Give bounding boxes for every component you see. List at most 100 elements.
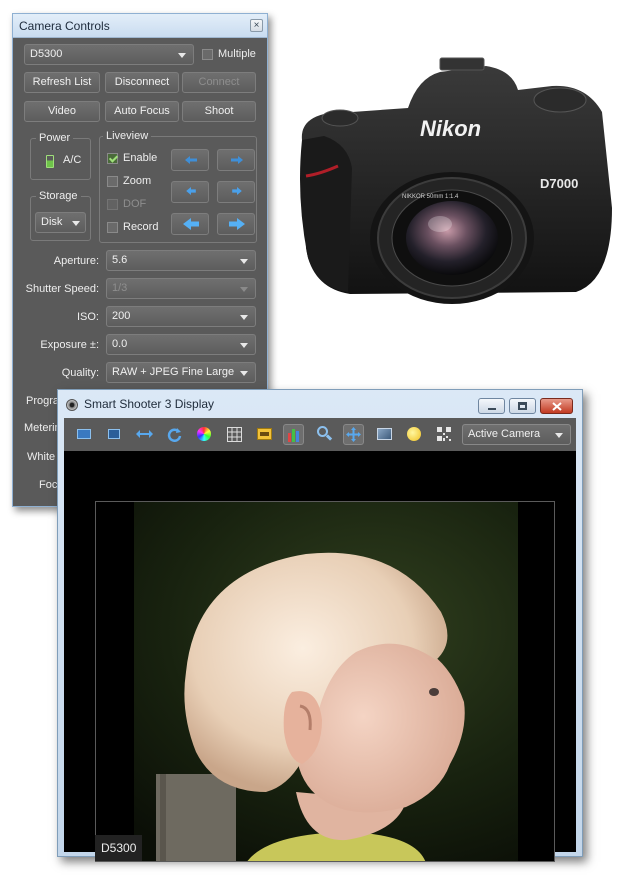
liveview-enable-label: Enable xyxy=(123,152,158,164)
liveview-group: Liveview Enable Zoom DOF Record xyxy=(99,130,257,243)
image-compare-icon[interactable] xyxy=(374,424,395,445)
refresh-list-button[interactable]: Refresh List xyxy=(24,72,100,93)
camera-select[interactable]: D5300 xyxy=(24,44,194,65)
display-content: Active Camera D5300 xyxy=(64,418,576,862)
exposure-label: Exposure ±: xyxy=(40,339,99,351)
maximize-icon xyxy=(518,402,527,410)
liveview-photo xyxy=(96,502,554,861)
close-icon[interactable]: × xyxy=(250,19,263,32)
storage-group: Storage Disk xyxy=(30,190,91,241)
qr-code-icon[interactable] xyxy=(434,424,455,445)
fit-width-icon[interactable] xyxy=(134,424,155,445)
color-wheel-icon[interactable] xyxy=(194,424,215,445)
iso-value: 200 xyxy=(112,310,131,322)
chevron-down-icon xyxy=(178,53,186,58)
camera-controls-title: Camera Controls xyxy=(19,19,110,33)
liveview-record-label: Record xyxy=(123,221,159,233)
arrow-left-medium-icon xyxy=(186,187,196,195)
shutter-speed-select[interactable]: 1/3 xyxy=(106,278,256,299)
zoom-icon[interactable] xyxy=(314,424,335,445)
chevron-down-icon xyxy=(240,287,248,292)
shutter-speed-value: 1/3 xyxy=(112,282,128,294)
close-button[interactable] xyxy=(540,398,573,414)
minimize-button[interactable] xyxy=(478,398,505,414)
storage-select[interactable]: Disk xyxy=(35,212,86,233)
exposure-select[interactable]: 0.0 xyxy=(106,334,256,355)
video-button[interactable]: Video xyxy=(24,101,100,122)
close-icon xyxy=(552,402,562,411)
camera-select-value: D5300 xyxy=(30,48,63,60)
iso-select[interactable]: 200 xyxy=(106,306,256,327)
multiple-checkbox[interactable] xyxy=(202,49,213,60)
active-camera-value: Active Camera xyxy=(468,428,541,440)
pan-icon[interactable] xyxy=(343,424,364,445)
arrow-right-medium-icon xyxy=(232,187,242,195)
light-icon[interactable] xyxy=(404,424,425,445)
svg-text:Nikon: Nikon xyxy=(420,116,481,141)
grid-view-icon[interactable] xyxy=(74,424,95,445)
focus-near-large-button[interactable] xyxy=(171,213,209,235)
liveview-zoom-label: Zoom xyxy=(123,175,152,187)
aperture-label: Aperture: xyxy=(53,255,99,267)
app-lens-icon xyxy=(66,399,78,411)
arrow-right-large-icon xyxy=(229,218,245,230)
arrow-left-large-icon xyxy=(183,218,199,230)
chevron-down-icon xyxy=(240,343,248,348)
aperture-select[interactable]: 5.6 xyxy=(106,250,256,271)
auto-focus-button[interactable]: Auto Focus xyxy=(105,101,179,122)
display-window: Smart Shooter 3 Display Active Camera D5… xyxy=(57,389,583,862)
chevron-down-icon xyxy=(240,371,248,376)
arrow-left-small-icon xyxy=(185,156,197,164)
shoot-button[interactable]: Shoot xyxy=(182,101,256,122)
maximize-button[interactable] xyxy=(509,398,536,414)
disconnect-button[interactable]: Disconnect xyxy=(105,72,179,93)
active-camera-select[interactable]: Active Camera xyxy=(462,424,571,445)
liveview-record-checkbox[interactable] xyxy=(107,222,118,233)
focus-near-small-button[interactable] xyxy=(171,149,209,171)
grid-overlay-icon[interactable] xyxy=(224,424,245,445)
quality-value: RAW + JPEG Fine Large xyxy=(112,366,235,378)
chevron-down-icon xyxy=(240,259,248,264)
program-label: Progra xyxy=(26,395,60,407)
aperture-value: 5.6 xyxy=(112,254,128,266)
display-toolbar: Active Camera xyxy=(64,418,576,451)
liveview-dof-label: DOF xyxy=(123,198,147,210)
storage-select-value: Disk xyxy=(41,216,63,228)
svg-text:D7000: D7000 xyxy=(540,176,578,191)
single-view-icon[interactable] xyxy=(104,424,125,445)
iso-label: ISO: xyxy=(76,311,99,323)
shutter-speed-label: Shutter Speed: xyxy=(25,283,99,295)
liveview-title: Liveview xyxy=(103,130,152,142)
quality-select[interactable]: RAW + JPEG Fine Large xyxy=(106,362,256,383)
quality-label: Quality: xyxy=(61,367,99,379)
histogram-icon[interactable] xyxy=(283,424,304,445)
arrow-right-small-icon xyxy=(231,156,243,164)
liveview-canvas[interactable]: D5300 xyxy=(64,451,576,862)
white-balance-label: White xyxy=(27,451,56,463)
battery-icon xyxy=(46,155,54,168)
metering-label: Meterin xyxy=(24,422,61,434)
focus-far-medium-button[interactable] xyxy=(217,181,255,203)
liveview-dof-checkbox[interactable] xyxy=(107,199,118,210)
camera-controls-titlebar: Camera Controls × xyxy=(13,14,267,38)
liveview-zoom-checkbox[interactable] xyxy=(107,176,118,187)
power-value: A/C xyxy=(63,154,82,166)
camera-name-tag: D5300 xyxy=(95,835,143,861)
focus-near-medium-button[interactable] xyxy=(171,181,209,203)
liveview-enable-checkbox[interactable] xyxy=(107,153,118,164)
focus-point-icon[interactable] xyxy=(254,424,275,445)
minimize-icon xyxy=(488,408,496,410)
power-title: Power xyxy=(36,132,74,144)
power-group: Power A/C xyxy=(30,132,91,180)
focus-far-small-button[interactable] xyxy=(217,149,255,171)
chevron-down-icon xyxy=(555,433,563,438)
refresh-icon[interactable] xyxy=(164,424,185,445)
display-title: Smart Shooter 3 Display xyxy=(84,397,215,411)
connect-button[interactable]: Connect xyxy=(182,72,256,93)
focus-far-large-button[interactable] xyxy=(217,213,255,235)
chevron-down-icon xyxy=(72,221,80,226)
svg-text:NIKKOR 50mm 1:1.4: NIKKOR 50mm 1:1.4 xyxy=(402,194,459,200)
chevron-down-icon xyxy=(240,315,248,320)
exposure-value: 0.0 xyxy=(112,338,128,350)
dslr-camera-image: Nikon D7000 NIKKOR 50mm 1:1.4 xyxy=(300,57,612,304)
